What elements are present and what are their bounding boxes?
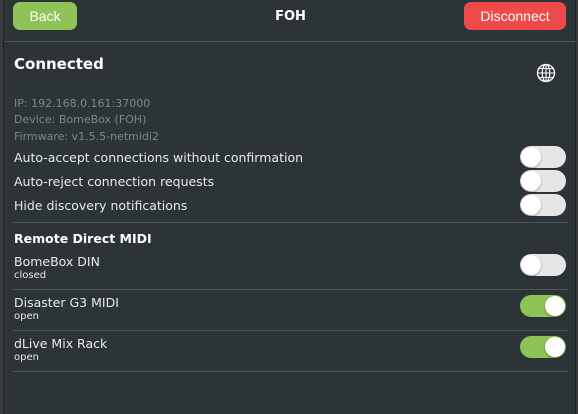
port-state-dlive-mix-rack: open: [14, 352, 39, 363]
row-divider: [12, 330, 568, 331]
toggle-knob: [521, 171, 541, 191]
bomebox-din-toggle[interactable]: [520, 254, 566, 276]
section-divider: [12, 222, 568, 223]
globe-icon[interactable]: [536, 63, 556, 83]
disaster-g3-toggle[interactable]: [520, 295, 566, 317]
port-state-bomebox-din: closed: [14, 270, 47, 281]
header-bar: Back FOH Disconnect: [4, 0, 577, 42]
dlive-mix-rack-toggle[interactable]: [520, 336, 566, 358]
auto-accept-label: Auto-accept connections without confirma…: [14, 150, 304, 165]
port-name-bomebox-din: BomeBox DIN: [14, 254, 100, 269]
connection-panel: Back FOH Disconnect Connected IP: 192.16…: [3, 0, 577, 414]
port-name-disaster-g3: Disaster G3 MIDI: [14, 295, 119, 310]
ip-address-text: IP: 192.168.0.161:37000: [14, 97, 151, 110]
toggle-knob: [521, 195, 541, 215]
connection-status-title: Connected: [14, 55, 104, 73]
firmware-text: Firmware: v1.5.5-netmidi2: [14, 130, 159, 143]
row-divider: [12, 289, 568, 290]
remote-midi-heading: Remote Direct MIDI: [14, 231, 152, 246]
row-divider: [12, 371, 568, 372]
device-text: Device: BomeBox (FOH): [14, 113, 147, 126]
port-state-disaster-g3: open: [14, 311, 39, 322]
toggle-knob: [521, 147, 541, 167]
port-name-dlive-mix-rack: dLive Mix Rack: [14, 336, 108, 351]
toggle-knob: [521, 255, 541, 275]
toggle-knob: [545, 296, 565, 316]
toggle-knob: [545, 337, 565, 357]
auto-reject-label: Auto-reject connection requests: [14, 174, 215, 189]
auto-accept-toggle[interactable]: [520, 146, 566, 168]
auto-reject-toggle[interactable]: [520, 170, 566, 192]
disconnect-button[interactable]: Disconnect: [464, 2, 566, 30]
hide-discovery-label: Hide discovery notifications: [14, 198, 188, 213]
hide-discovery-toggle[interactable]: [520, 194, 566, 216]
